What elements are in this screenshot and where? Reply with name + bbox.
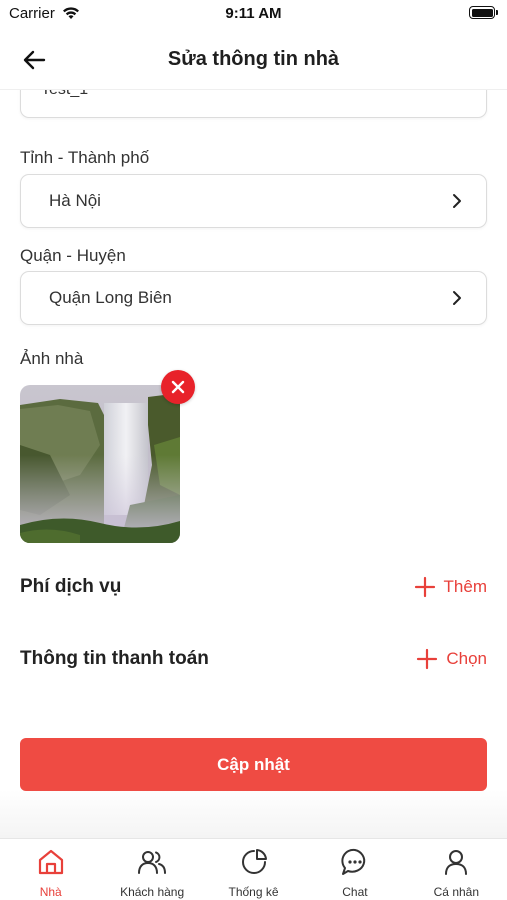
house-name-value: Test_1 <box>41 90 88 99</box>
district-label: Quận - Huyện <box>20 246 126 265</box>
tab-label: Cá nhân <box>433 885 480 899</box>
tab-chat[interactable]: Chat <box>304 839 405 900</box>
tab-home[interactable]: Nhà <box>0 839 101 900</box>
close-icon <box>171 380 185 394</box>
district-select[interactable]: Quận Long Biên <box>20 271 487 325</box>
battery-icon <box>469 6 498 19</box>
plus-icon <box>414 576 435 598</box>
service-fee-row: Phí dịch vụ Thêm <box>20 572 487 602</box>
tab-label: Thống kê <box>228 885 279 899</box>
house-photo[interactable] <box>20 385 180 543</box>
user-icon <box>445 850 468 875</box>
home-icon <box>38 849 63 875</box>
province-value: Hà Nội <box>49 191 101 210</box>
page-title: Sửa thông tin nhà <box>167 48 340 70</box>
tab-label: Nhà <box>39 885 62 899</box>
house-name-field[interactable]: Test_1 <box>20 90 487 118</box>
clock: 9:11 AM <box>225 5 282 22</box>
district-value: Quận Long Biên <box>49 288 172 307</box>
add-service-fee-label: Thêm <box>443 577 487 596</box>
province-label: Tỉnh - Thành phố <box>20 148 150 167</box>
users-icon <box>138 851 167 874</box>
nav-bar: Sửa thông tin nhà <box>0 28 507 90</box>
service-fee-title: Phí dịch vụ <box>20 576 122 597</box>
tab-label: Chat <box>342 885 368 899</box>
tab-profile[interactable]: Cá nhân <box>406 839 507 900</box>
tab-customers[interactable]: Khách hàng <box>101 839 202 900</box>
chevron-right-icon <box>453 291 461 305</box>
tab-bar: Nhà Khách hàng Thống kê Chat Cá nhân <box>0 838 507 900</box>
tab-statistics[interactable]: Thống kê <box>203 839 304 900</box>
tab-label: Khách hàng <box>120 885 185 899</box>
add-service-fee-button[interactable]: Thêm <box>414 574 487 600</box>
plus-icon <box>417 648 438 670</box>
chat-icon <box>341 848 366 875</box>
province-select[interactable]: Hà Nội <box>20 174 487 228</box>
form-content[interactable]: Test_1 Tỉnh - Thành phố Hà Nội Quận - Hu… <box>0 90 507 835</box>
payment-info-row: Thông tin thanh toán Chọn <box>20 644 487 674</box>
status-bar: Carrier 9:11 AM <box>0 0 507 28</box>
choose-payment-label: Chọn <box>446 649 487 668</box>
choose-payment-button[interactable]: Chọn <box>416 646 487 672</box>
scroll-fade <box>0 790 507 838</box>
update-button[interactable]: Cập nhật <box>20 738 487 791</box>
waterfall-image <box>20 385 180 543</box>
payment-info-title: Thông tin thanh toán <box>20 648 209 669</box>
chevron-right-icon <box>453 194 461 208</box>
pie-chart-icon <box>241 849 267 874</box>
remove-photo-button[interactable] <box>161 370 195 404</box>
photo-label: Ảnh nhà <box>20 349 84 368</box>
